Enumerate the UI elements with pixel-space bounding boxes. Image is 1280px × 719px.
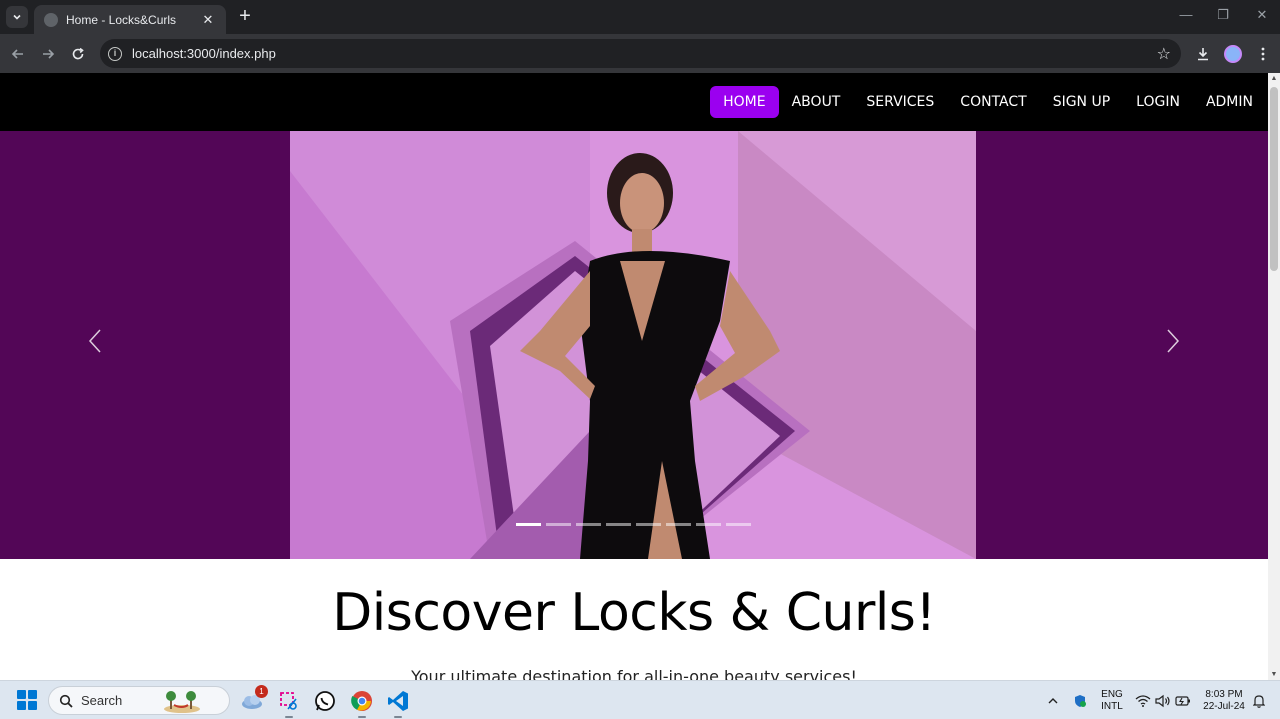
bookmark-star-icon[interactable]: ☆ [1157, 44, 1171, 64]
snipping-tool-app[interactable] [277, 689, 301, 718]
wifi-icon[interactable] [1135, 693, 1151, 709]
language-code: ENG [1101, 689, 1123, 700]
keyboard-layout: INTL [1101, 701, 1123, 712]
tab-search-dropdown[interactable] [6, 6, 28, 28]
notification-bell-icon[interactable] [1251, 693, 1267, 709]
tab-close-icon[interactable]: ✕ [200, 12, 216, 28]
globe-icon [44, 12, 58, 27]
scroll-thumb[interactable] [1270, 87, 1278, 271]
whatsapp-app[interactable] [313, 689, 337, 713]
snipping-tool-icon [280, 692, 297, 710]
carousel-next-button[interactable] [1153, 321, 1193, 361]
vscode-app[interactable] [386, 689, 410, 718]
carousel-indicator-2[interactable] [546, 523, 571, 526]
carousel-indicator-1[interactable] [516, 523, 541, 526]
nav-services[interactable]: SERVICES [853, 86, 947, 118]
chevron-right-icon [1167, 329, 1180, 353]
running-indicator [394, 716, 402, 718]
scroll-up-arrow-icon[interactable]: ▲ [1268, 75, 1280, 82]
weather-badge: 1 [255, 685, 268, 698]
url-text[interactable]: localhost:3000/index.php [132, 46, 1157, 61]
model-photo [290, 131, 976, 559]
reload-icon [72, 47, 84, 60]
whatsapp-icon [315, 691, 335, 711]
page-headline: Discover Locks & Curls! [332, 583, 936, 643]
taskbar-search[interactable]: Search [48, 686, 230, 715]
forward-button[interactable] [37, 43, 59, 65]
carousel-indicator-8[interactable] [726, 523, 751, 526]
site-info-icon[interactable]: i [108, 46, 122, 61]
weather-widget[interactable]: 1 [240, 685, 268, 713]
browser-menu-button[interactable] [1252, 43, 1274, 65]
restore-button[interactable]: ❐ [1208, 7, 1238, 23]
search-label: Search [81, 693, 123, 708]
arrow-left-icon [11, 49, 23, 59]
carousel-slide-image [290, 131, 976, 559]
taskbar-clock[interactable]: 8:03 PM 22-Jul-24 [1198, 689, 1250, 713]
chrome-app[interactable] [350, 689, 374, 718]
web-page: HOME ABOUT SERVICES CONTACT SIGN UP LOGI… [0, 73, 1268, 680]
new-tab-button[interactable]: + [234, 6, 256, 28]
input-language[interactable]: ENG INTL [1098, 689, 1126, 713]
volume-icon[interactable] [1155, 693, 1171, 709]
nav-home[interactable]: HOME [710, 86, 779, 118]
security-shield-icon[interactable] [1072, 693, 1088, 709]
download-icon [1198, 48, 1208, 61]
carousel-prev-button[interactable] [75, 321, 115, 361]
hero-carousel [0, 131, 1268, 559]
carousel-indicators [516, 523, 751, 526]
search-highlight-icon [164, 690, 201, 713]
nav-admin[interactable]: ADMIN [1193, 86, 1266, 118]
nav-sign-up[interactable]: SIGN UP [1040, 86, 1123, 118]
site-navbar: HOME ABOUT SERVICES CONTACT SIGN UP LOGI… [0, 73, 1268, 131]
nav-contact[interactable]: CONTACT [947, 86, 1039, 118]
windows-start-icon[interactable] [17, 690, 37, 710]
tab-title: Home - Locks&Curls [66, 12, 177, 27]
minimize-button[interactable]: — [1171, 7, 1201, 22]
running-indicator [285, 716, 293, 718]
more-vert-icon [1261, 47, 1265, 61]
window-close-button[interactable]: ✕ [1247, 7, 1277, 23]
chrome-icon [351, 691, 372, 711]
carousel-indicator-6[interactable] [666, 523, 691, 526]
search-icon [59, 694, 73, 708]
tray-overflow-chevron-icon[interactable] [1045, 693, 1061, 709]
scroll-down-arrow-icon[interactable]: ▼ [1268, 671, 1280, 678]
battery-icon[interactable] [1175, 693, 1191, 709]
clock-time: 8:03 PM [1205, 689, 1243, 700]
browser-tab-home[interactable]: Home - Locks&Curls ✕ [34, 5, 226, 34]
running-indicator [358, 716, 366, 718]
carousel-indicator-4[interactable] [606, 523, 631, 526]
chevron-left-icon [88, 329, 101, 353]
windows-taskbar: Search 1 ENG INTL 8:03 PM 22-Jul-24 [0, 680, 1280, 719]
browser-tab-bar: Home - Locks&Curls ✕ + — ❐ ✕ [0, 0, 1280, 34]
back-button[interactable] [7, 43, 29, 65]
page-scrollbar[interactable]: ▲ ▼ [1268, 73, 1280, 680]
profile-avatar [1224, 45, 1242, 63]
page-subheadline: Your ultimate destination for all-in-one… [411, 667, 857, 680]
carousel-indicator-3[interactable] [576, 523, 601, 526]
browser-toolbar: i localhost:3000/index.php ☆ [0, 34, 1280, 73]
vscode-icon [388, 691, 408, 711]
nav-about[interactable]: ABOUT [779, 86, 854, 118]
arrow-right-icon [43, 49, 55, 59]
profile-button[interactable] [1222, 43, 1244, 65]
carousel-indicator-7[interactable] [696, 523, 721, 526]
clock-date: 22-Jul-24 [1203, 701, 1245, 712]
chevron-down-icon [13, 14, 21, 20]
carousel-indicator-5[interactable] [636, 523, 661, 526]
reload-button[interactable] [67, 43, 89, 65]
nav-login[interactable]: LOGIN [1123, 86, 1193, 118]
downloads-button[interactable] [1192, 43, 1214, 65]
address-bar[interactable]: i localhost:3000/index.php ☆ [100, 39, 1181, 68]
